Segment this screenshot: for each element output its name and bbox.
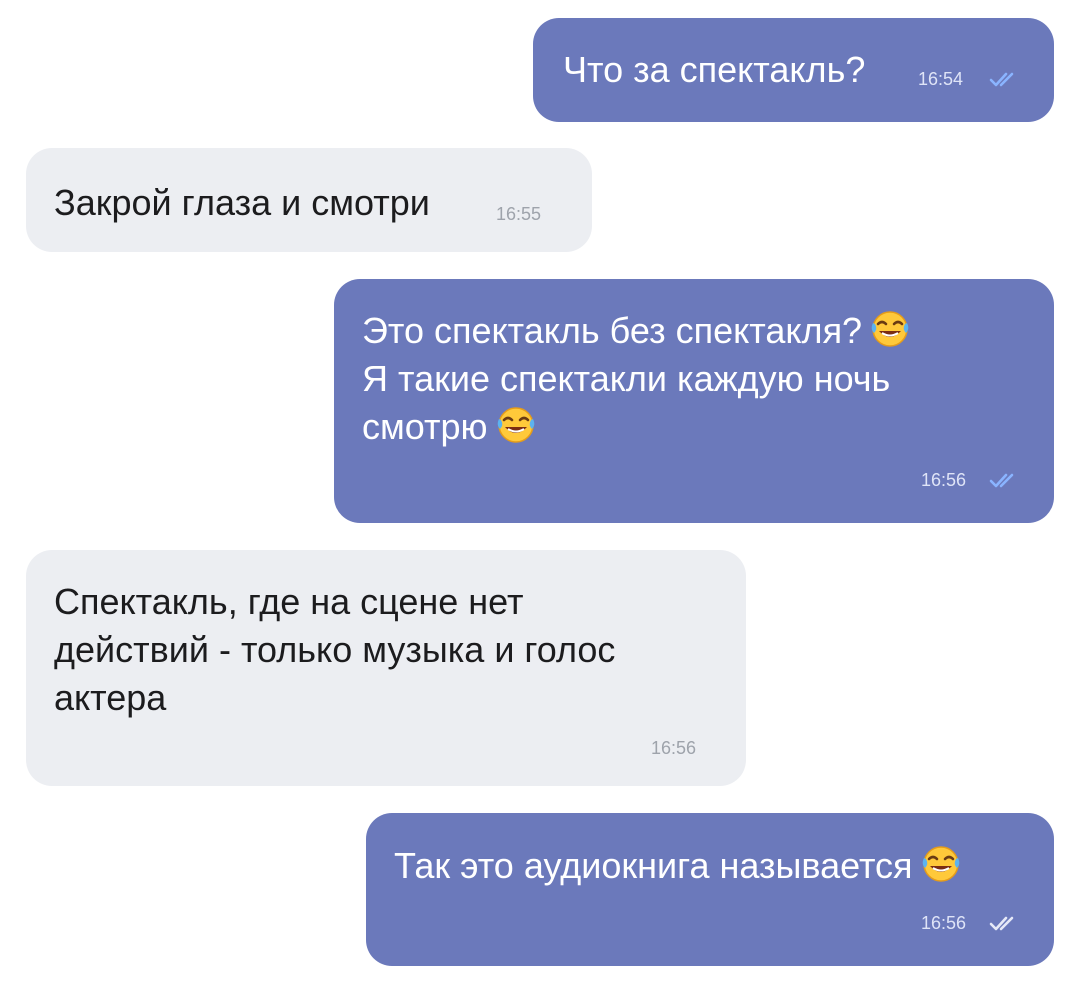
face-with-tears-of-joy-icon bbox=[497, 407, 534, 443]
message-time: 16:56 bbox=[651, 738, 697, 758]
message-line: действий - только музыка и голос bbox=[54, 629, 616, 670]
message-line: Спектакль, где на сцене нет bbox=[54, 581, 524, 622]
message-time: 16:55 bbox=[496, 204, 542, 224]
message-time: 16:56 bbox=[921, 913, 967, 933]
message-line: смотрю bbox=[362, 403, 912, 451]
face-with-tears-of-joy-icon bbox=[871, 311, 909, 347]
message-text: Закрой глаза и смотри bbox=[54, 182, 430, 223]
message-line: актера bbox=[54, 677, 167, 718]
double-check-icon bbox=[989, 473, 1014, 488]
message-text: Так это аудиокнига называется bbox=[394, 842, 963, 890]
message-bubble-incoming[interactable]: Закрой глаза и смотри 16:55 bbox=[26, 148, 592, 252]
double-check-icon bbox=[989, 916, 1014, 931]
message-time: 16:56 bbox=[921, 470, 967, 490]
double-check-icon bbox=[989, 72, 1014, 87]
message-line: Это спектакль без спектакля? bbox=[362, 307, 912, 355]
message-time: 16:54 bbox=[918, 69, 964, 89]
message-bubble-outgoing[interactable]: Что за спектакль? 16:54 bbox=[533, 18, 1054, 122]
message-text: Это спектакль без спектакля? Я такие спе… bbox=[362, 307, 912, 451]
message-bubble-incoming[interactable]: Спектакль, где на сцене нет действий - т… bbox=[26, 550, 746, 786]
message-text: Спектакль, где на сцене нет действий - т… bbox=[54, 578, 615, 722]
message-bubble-outgoing[interactable]: Это спектакль без спектакля? Я такие спе… bbox=[334, 279, 1054, 523]
message-text: Что за спектакль? bbox=[563, 49, 866, 90]
message-bubble-outgoing[interactable]: Так это аудиокнига называется 16:56 bbox=[366, 813, 1054, 966]
face-with-tears-of-joy-icon bbox=[922, 846, 959, 882]
message-line: Я такие спектакли каждую ночь bbox=[362, 358, 891, 399]
